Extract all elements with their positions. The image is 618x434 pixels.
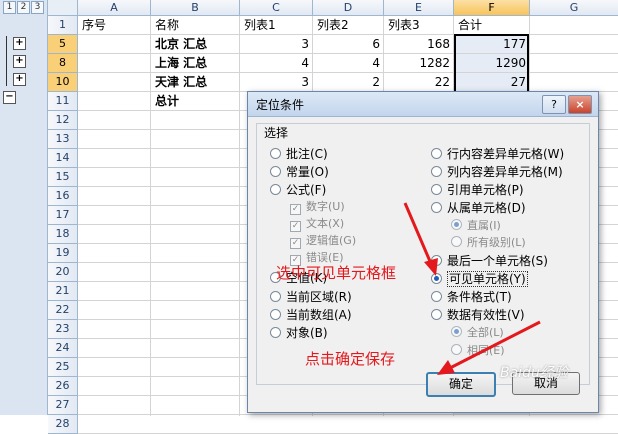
row-header[interactable]: 28 <box>48 415 78 434</box>
watermark: Baidu经验 <box>500 365 568 381</box>
annotation-select-visible: 选中可见单元格框 <box>276 264 397 282</box>
annotation-click-ok: 点击确定保存 <box>305 350 396 368</box>
